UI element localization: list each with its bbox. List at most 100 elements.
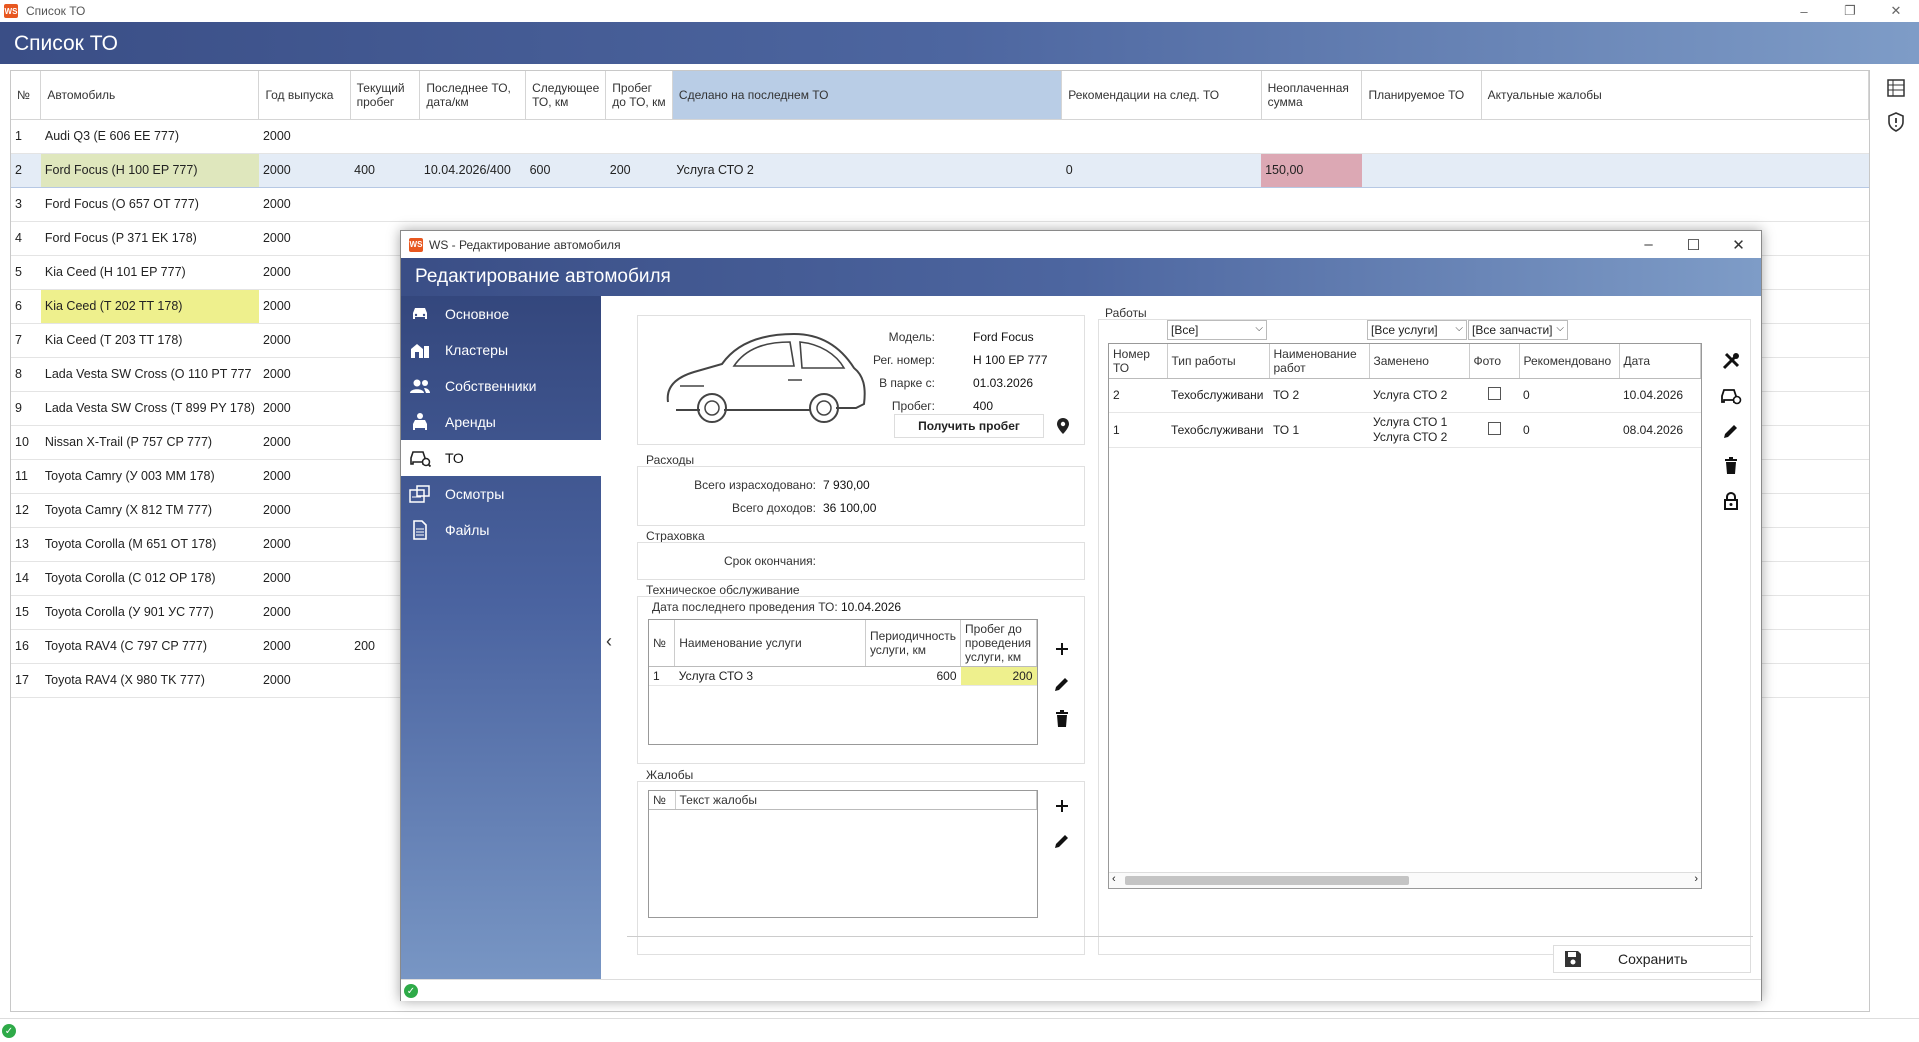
add-icon[interactable] [1048, 792, 1076, 820]
dialog-maximize-button[interactable]: ☐ [1671, 231, 1716, 258]
insurance-end-label: Срок окончания: [723, 554, 816, 568]
col-year[interactable]: Год выпуска [258, 71, 351, 120]
row-car: Kia Ceed (T 202 TT 178) [40, 289, 259, 324]
dialog-minimize-button[interactable]: – [1626, 231, 1671, 258]
reg-value: H 100 EP 777 [973, 353, 1048, 367]
shield-icon[interactable] [1880, 106, 1912, 138]
car-card: Модель: Ford Focus Рег. номер: H 100 EP … [637, 315, 1085, 445]
scroll-left-icon[interactable]: ‹ [1112, 873, 1116, 885]
save-button[interactable]: Сохранить [1553, 945, 1751, 973]
col-replaced[interactable]: Заменено [1369, 344, 1470, 379]
col-last-service[interactable]: Последнее ТО, дата/км [419, 71, 527, 120]
add-icon[interactable] [1048, 635, 1076, 663]
col-photo[interactable]: Фото [1469, 344, 1520, 379]
row-year: 2000 [258, 425, 351, 460]
sidebar-item-inspections[interactable]: Осмотры [401, 476, 601, 512]
row-planned [1361, 152, 1482, 188]
table-row[interactable]: 2 Ford Focus (H 100 EP 777) 2000 400 10.04.2… [11, 152, 1869, 188]
horizontal-scrollbar[interactable]: ‹ › [1109, 872, 1701, 888]
scroll-right-icon[interactable]: › [1694, 873, 1698, 885]
col-work-name[interactable]: Наименование работ [1269, 344, 1370, 379]
sidebar-item-owners[interactable]: Собственники [401, 368, 601, 404]
col-service-period[interactable]: Периодичность услуги, км [865, 620, 962, 667]
services-filter[interactable]: [Все услуги] ⌵ [1367, 320, 1467, 340]
row-year: 2000 [258, 323, 351, 358]
row-done-last [672, 187, 1062, 222]
col-next-service[interactable]: Следующее ТО, км [525, 71, 607, 120]
save-button-label: Сохранить [1618, 951, 1688, 967]
park-label: В парке с: [879, 376, 935, 390]
col-complaint-text[interactable]: Текст жалобы [675, 791, 1037, 810]
row-car: Toyota RAV4 (C 797 CP 777) [40, 629, 259, 664]
car-outline-icon [660, 324, 870, 439]
dialog-close-button[interactable]: ✕ [1716, 231, 1761, 258]
row-year: 2000 [258, 527, 351, 562]
photo-checkbox[interactable] [1487, 421, 1501, 435]
col-complaints[interactable]: Актуальные жалобы [1481, 71, 1869, 120]
restore-button[interactable]: ❐ [1827, 0, 1873, 22]
sidebar-item-main[interactable]: Основное [401, 296, 601, 332]
reg-label: Рег. номер: [873, 353, 935, 367]
row-year: 2000 [258, 187, 351, 222]
col-done-last[interactable]: Сделано на последнем ТО [672, 71, 1063, 120]
table-row[interactable]: 3 Ford Focus (O 657 OT 777) 2000 [11, 187, 1869, 222]
work-replaced-line: Услуга СТО 1 [1373, 414, 1448, 429]
table-row[interactable]: 1 Услуга СТО 3 600 200 [649, 666, 1037, 686]
col-mileage[interactable]: Текущий пробег [350, 71, 421, 120]
sidebar-item-rentals[interactable]: Аренды [401, 404, 601, 440]
sidebar-item-service[interactable]: ТО [401, 440, 601, 476]
tools-icon[interactable] [1717, 347, 1745, 375]
col-km-to-service[interactable]: Пробег до ТО, км [605, 71, 673, 120]
table-row[interactable]: 1 Audi Q3 (E 606 EE 777) 2000 [11, 119, 1869, 154]
table-row[interactable]: 1 Техобслуживани ТО 1 Услуга СТО 1 Услуг… [1109, 412, 1701, 448]
minimize-button[interactable]: – [1781, 0, 1827, 22]
row-car: Toyota Corolla (C 012 OP 178) [40, 561, 259, 596]
edit-pencil-icon[interactable] [1717, 417, 1745, 445]
col-work-type[interactable]: Тип работы [1167, 344, 1270, 379]
col-recommendations[interactable]: Рекомендации на след. ТО [1061, 71, 1262, 120]
photo-checkbox[interactable] [1487, 387, 1501, 400]
service-row-number: 1 [649, 666, 675, 686]
work-type: Техобслуживани [1167, 378, 1269, 413]
parts-filter[interactable]: [Все запчасти] ⌵ [1468, 320, 1568, 340]
dialog-header: Редактирование автомобиля [401, 258, 1761, 296]
save-icon [1564, 950, 1582, 968]
sidebar-item-clusters[interactable]: Кластеры [401, 332, 601, 368]
trash-icon[interactable] [1717, 452, 1745, 480]
get-mileage-button[interactable]: Получить пробег [894, 414, 1044, 438]
location-pin-icon[interactable] [1049, 412, 1077, 440]
table-settings-icon[interactable] [1880, 72, 1912, 104]
lock-icon[interactable] [1717, 487, 1745, 515]
works-table[interactable]: Номер ТО Тип работы Наименование работ З… [1108, 343, 1702, 889]
edit-pencil-icon[interactable] [1048, 670, 1076, 698]
car-service-icon[interactable] [1717, 382, 1745, 410]
row-recommendations [1061, 119, 1262, 154]
services-table[interactable]: № Наименование услуги Периодичность услу… [648, 619, 1038, 745]
trash-icon[interactable] [1048, 705, 1076, 733]
col-unpaid[interactable]: Неоплаченная сумма [1261, 71, 1363, 120]
row-planned [1361, 187, 1482, 222]
col-planned[interactable]: Планируемое ТО [1361, 71, 1482, 120]
row-done-last [672, 119, 1062, 154]
file-icon [409, 519, 431, 541]
service-row-period: 600 [865, 666, 961, 686]
col-number[interactable]: № [11, 71, 42, 120]
sidebar-item-files[interactable]: Файлы [401, 512, 601, 548]
work-type-filter[interactable]: [Все] ⌵ [1167, 320, 1267, 340]
col-service-name[interactable]: Наименование услуги [674, 620, 866, 667]
model-label: Модель: [888, 330, 935, 344]
col-car[interactable]: Автомобиль [40, 71, 260, 120]
col-number[interactable]: № [649, 791, 676, 810]
close-button[interactable]: ✕ [1873, 0, 1919, 22]
table-row[interactable]: 2 Техобслуживани ТО 2 Услуга СТО 2 0 10.… [1109, 378, 1701, 413]
col-service-number[interactable]: Номер ТО [1109, 344, 1168, 379]
col-recommended[interactable]: Рекомендовано [1519, 344, 1620, 379]
scrollbar-thumb[interactable] [1125, 876, 1409, 885]
income-label: Всего доходов: [732, 501, 816, 515]
col-date[interactable]: Дата [1619, 344, 1701, 379]
complaints-table[interactable]: № Текст жалобы [648, 790, 1038, 918]
edit-pencil-icon[interactable] [1048, 827, 1076, 855]
collapse-sidebar-icon[interactable]: ‹ [606, 631, 612, 652]
col-number[interactable]: № [649, 620, 676, 667]
col-service-left[interactable]: Пробег до проведения услуги, км [960, 620, 1037, 667]
